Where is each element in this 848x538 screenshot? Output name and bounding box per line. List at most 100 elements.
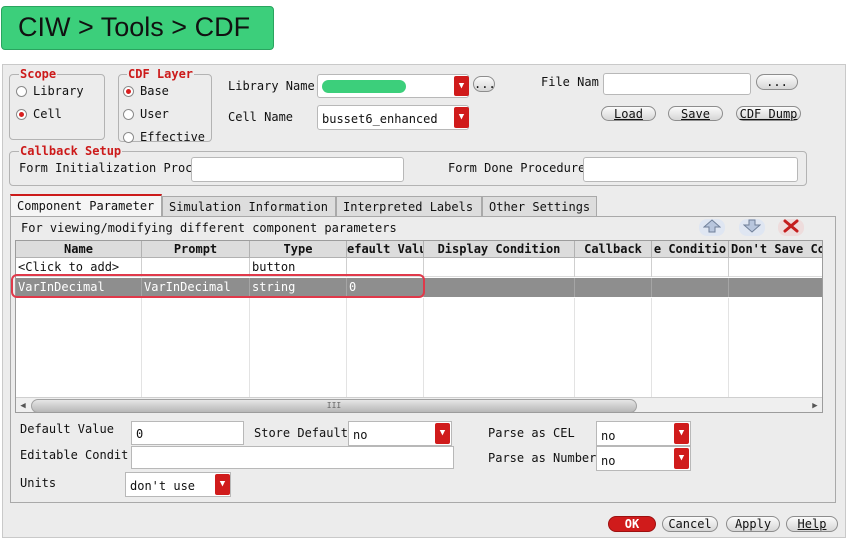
page-banner: CIW > Tools > CDF <box>1 6 274 50</box>
radio-icon <box>123 132 134 143</box>
library-name-label: Library Name <box>228 79 315 93</box>
chevron-down-icon[interactable]: ▼ <box>435 423 450 444</box>
form-init-input[interactable] <box>191 157 404 182</box>
table-cell <box>729 258 822 277</box>
apply-label: Apply <box>734 517 772 531</box>
column-header[interactable]: efault Valu <box>347 241 424 258</box>
chevron-down-icon[interactable]: ▼ <box>454 107 469 128</box>
column-divider <box>249 298 250 398</box>
column-divider <box>346 298 347 398</box>
layer-effective-radio[interactable]: Effective <box>122 129 208 147</box>
save-button[interactable]: Save <box>668 106 723 121</box>
column-header[interactable]: Display Condition <box>424 241 575 258</box>
default-value-text: 0 <box>136 427 144 441</box>
column-header[interactable]: Callback <box>575 241 652 258</box>
radio-selected-icon <box>16 109 27 120</box>
horizontal-scrollbar[interactable]: ◀ III ▶ <box>16 397 822 412</box>
chevron-down-icon[interactable]: ▼ <box>454 76 469 96</box>
load-button[interactable]: Load <box>601 106 656 121</box>
column-header[interactable]: e Conditio <box>652 241 729 258</box>
delete-icon[interactable] <box>778 219 804 236</box>
column-header[interactable]: Don't Save Co <box>729 241 822 258</box>
parse-cel-value: no <box>601 429 616 443</box>
store-default-value: no <box>353 428 368 442</box>
store-default-select[interactable]: no ▼ <box>348 421 452 446</box>
tab-component-parameter[interactable]: Component Parameter <box>10 194 162 216</box>
scope-library-label: Library <box>33 84 84 98</box>
table-cell <box>424 258 575 277</box>
default-value-input[interactable]: 0 <box>131 421 244 445</box>
column-header[interactable]: Name <box>16 241 142 258</box>
column-divider <box>728 298 729 398</box>
parse-number-value: no <box>601 454 616 468</box>
help-label: Help <box>797 517 827 531</box>
redacted-library-value <box>322 80 406 93</box>
table-cell <box>575 278 652 297</box>
units-value: don't use <box>130 479 196 493</box>
radio-selected-icon <box>123 86 134 97</box>
load-label: Load <box>614 107 643 121</box>
form-done-input[interactable] <box>583 157 798 182</box>
editable-condition-label: Editable Condit <box>20 448 129 462</box>
units-label: Units <box>20 476 57 490</box>
layer-base-radio[interactable]: Base <box>122 83 208 101</box>
table-cell <box>575 258 652 277</box>
scroll-right-icon[interactable]: ▶ <box>809 400 821 412</box>
column-header[interactable]: Type <box>250 241 347 258</box>
apply-button[interactable]: Apply <box>726 516 780 532</box>
cancel-label: Cancel <box>668 517 712 531</box>
form-init-label: Form Initialization Proc <box>19 161 193 175</box>
store-default-label: Store Default <box>254 426 348 440</box>
scope-cell-radio[interactable]: Cell <box>15 106 100 124</box>
column-divider <box>651 298 652 398</box>
layer-user-radio[interactable]: User <box>122 106 208 124</box>
chevron-down-icon[interactable]: ▼ <box>674 448 689 469</box>
tab-interpreted-labels[interactable]: Interpreted Labels <box>336 196 482 217</box>
parse-cel-label: Parse as CEL <box>488 426 575 440</box>
file-name-input[interactable] <box>603 73 751 95</box>
cdf-layer-title: CDF Layer <box>127 67 195 81</box>
file-browse-button[interactable]: ... <box>756 74 798 90</box>
parse-number-select[interactable]: no ▼ <box>596 446 691 471</box>
library-browse-button[interactable]: ... <box>473 76 496 92</box>
table-cell <box>424 278 575 297</box>
radio-icon <box>16 86 27 97</box>
save-label: Save <box>681 107 710 121</box>
column-header[interactable]: Prompt <box>142 241 250 258</box>
selected-row-highlight <box>11 274 425 298</box>
parameter-table[interactable]: Name Prompt Type efault Valu Display Con… <box>15 240 823 413</box>
parse-cel-select[interactable]: no ▼ <box>596 421 691 446</box>
help-button[interactable]: Help <box>786 516 838 532</box>
file-name-label: File Nam <box>541 75 599 89</box>
table-cell <box>729 278 822 297</box>
editable-condition-input[interactable] <box>131 446 454 469</box>
cell-name-combo[interactable]: busset6_enhanced ▼ <box>317 105 469 130</box>
scope-library-radio[interactable]: Library <box>15 83 100 101</box>
tab-simulation-information[interactable]: Simulation Information <box>162 196 336 217</box>
chevron-down-icon[interactable]: ▼ <box>674 423 689 444</box>
column-divider <box>574 298 575 398</box>
cancel-button[interactable]: Cancel <box>662 516 718 532</box>
ok-label: OK <box>624 517 640 531</box>
units-select[interactable]: don't use ▼ <box>125 472 231 497</box>
scope-title: Scope <box>19 67 58 81</box>
library-name-combo[interactable]: ▼ <box>317 74 469 98</box>
move-down-icon[interactable] <box>739 219 765 236</box>
cdf-dump-button[interactable]: CDF Dump <box>736 106 801 121</box>
cell-name-label: Cell Name <box>228 110 294 124</box>
chevron-down-icon[interactable]: ▼ <box>215 474 230 495</box>
callback-setup-title: Callback Setup <box>19 144 123 158</box>
layer-effective-label: Effective <box>140 130 206 144</box>
move-up-icon[interactable] <box>699 219 725 236</box>
layer-base-label: Base <box>140 84 169 98</box>
tab-other-settings[interactable]: Other Settings <box>482 196 597 217</box>
ok-button[interactable]: OK <box>608 516 656 532</box>
scroll-left-icon[interactable]: ◀ <box>17 400 29 412</box>
table-cell <box>652 278 729 297</box>
scope-cell-label: Cell <box>33 107 62 121</box>
panel-hint: For viewing/modifying different componen… <box>21 221 397 235</box>
table-cell <box>652 258 729 277</box>
scroll-thumb[interactable]: III <box>31 399 637 412</box>
parse-number-label: Parse as Number <box>488 451 597 465</box>
layer-user-label: User <box>140 107 169 121</box>
